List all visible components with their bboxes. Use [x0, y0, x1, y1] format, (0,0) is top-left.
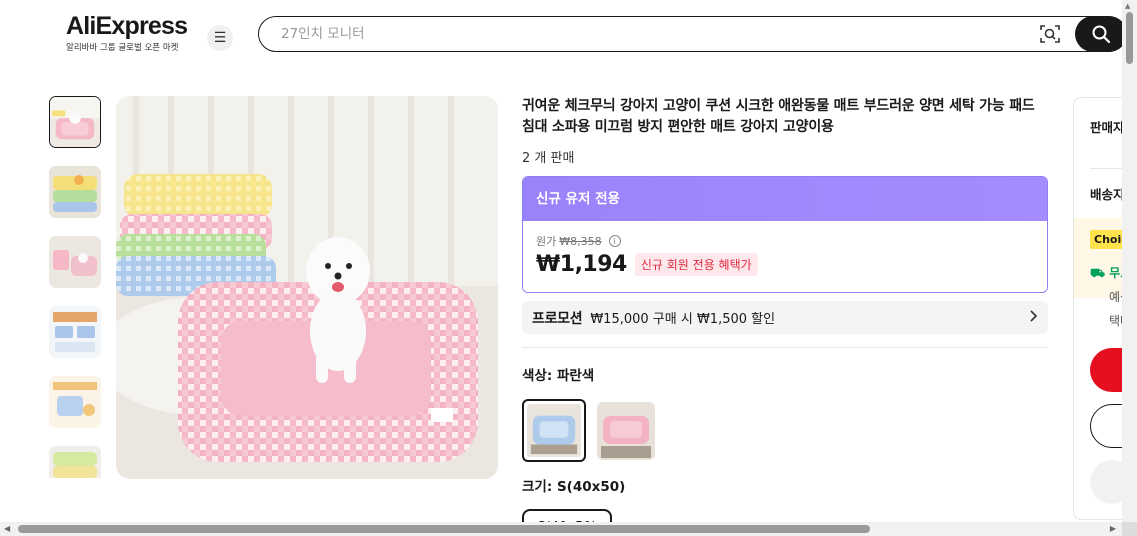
current-price: ₩1,194 [536, 252, 627, 277]
free-shipping: ⛟ 무료 [1090, 264, 1122, 282]
color-label: 색상: 파란색 [522, 368, 595, 384]
sold-count: 2 개 판매 [522, 151, 575, 166]
new-user-price-box: 신규 유저 전용 원가 ₩8,358 i ₩1,194 신규 회원 전용 혜택가 [522, 176, 1048, 293]
divider [1090, 168, 1122, 169]
horizontal-scroll-thumb[interactable] [18, 525, 870, 533]
main-product-image[interactable] [116, 96, 498, 479]
search-input[interactable] [281, 23, 981, 45]
search-icon [1092, 25, 1111, 43]
vertical-scroll-thumb[interactable] [1126, 12, 1133, 64]
thumbnail-1[interactable] [49, 96, 101, 148]
color-options [522, 399, 1048, 462]
hamburger-icon: ☰ [213, 30, 227, 46]
thumbnail-5[interactable] [49, 376, 101, 428]
promotion-bar[interactable]: 프로모션 ₩15,000 구매 시 ₩1,500 할인 [522, 301, 1048, 334]
product-page: AliExpress 알리바바 그룹 글로벌 오픈 마켓 ☰ 27인치 모니터 … [0, 0, 1137, 536]
original-price-label: 원가 [536, 235, 557, 248]
original-price: ₩8,358 [559, 234, 602, 248]
buy-now-button[interactable] [1090, 348, 1122, 392]
free-shipping-label: 무료 [1109, 266, 1122, 280]
color-option-blue[interactable] [522, 399, 586, 462]
new-user-banner: 신규 유저 전용 [523, 177, 1047, 221]
product-photo [116, 96, 498, 479]
new-member-badge: 신규 회원 전용 혜택가 [634, 253, 758, 276]
chevron-right-icon [1028, 309, 1038, 326]
size-label: 크기: S(40x50) [522, 479, 626, 495]
thumbnail-3[interactable] [49, 236, 101, 288]
thumbnail-list [49, 96, 101, 496]
thumbnail-2[interactable] [49, 166, 101, 218]
horizontal-scrollbar[interactable]: ◀ ▶ [0, 522, 1122, 536]
scroll-right-arrow-icon[interactable]: ▶ [1110, 524, 1116, 533]
info-icon[interactable]: i [608, 235, 621, 247]
courier-info: 택배 [1109, 314, 1122, 328]
choice-badge: Choice [1090, 230, 1122, 249]
camera-search-icon[interactable] [1039, 23, 1061, 45]
scrollbar-corner [1122, 522, 1137, 536]
thumbnail-6[interactable] [49, 446, 101, 478]
product-info: 귀여운 체크무늬 강아지 고양이 쿠션 시크한 애완동물 매트 부드러운 양면 … [522, 96, 1048, 536]
scroll-left-arrow-icon[interactable]: ◀ [4, 524, 10, 533]
shipping-label[interactable]: 배송지 [1090, 184, 1122, 203]
logo-text: AliExpress [66, 12, 188, 40]
add-to-cart-button[interactable] [1090, 404, 1122, 448]
delivery-estimate: 예상 [1109, 290, 1122, 304]
original-price-row: 원가 ₩8,358 i [536, 233, 1034, 249]
logo-subtitle: 알리바바 그룹 글로벌 오픈 마켓 [66, 43, 179, 53]
wishlist-button[interactable] [1090, 460, 1122, 504]
promotion-text: ₩15,000 구매 시 ₩1,500 할인 [590, 312, 776, 327]
divider [522, 347, 1048, 348]
price-row: ₩1,194 신규 회원 전용 혜택가 [536, 252, 1034, 277]
purchase-panel: 판매자 배송지 Choice ⛟ 무료 예상 택배 [1073, 97, 1122, 520]
truck-icon: ⛟ [1090, 266, 1106, 280]
scroll-up-arrow-icon[interactable]: ▲ [1125, 2, 1130, 10]
product-title: 귀여운 체크무늬 강아지 고양이 쿠션 시크한 애완동물 매트 부드러운 양면 … [522, 98, 1035, 135]
menu-button[interactable]: ☰ [207, 25, 233, 51]
thumbnail-4[interactable] [49, 306, 101, 358]
promotion-label: 프로모션 [532, 310, 583, 327]
search-button[interactable] [1075, 15, 1127, 52]
price-section: 원가 ₩8,358 i ₩1,194 신규 회원 전용 혜택가 [523, 221, 1047, 292]
aliexpress-logo[interactable]: AliExpress 알리바바 그룹 글로벌 오픈 마켓 [66, 12, 190, 53]
color-option-pink[interactable] [597, 402, 655, 460]
vertical-scrollbar[interactable]: ▲ [1122, 0, 1137, 522]
seller-label[interactable]: 판매자 [1090, 117, 1122, 136]
search-bar [258, 15, 1127, 52]
